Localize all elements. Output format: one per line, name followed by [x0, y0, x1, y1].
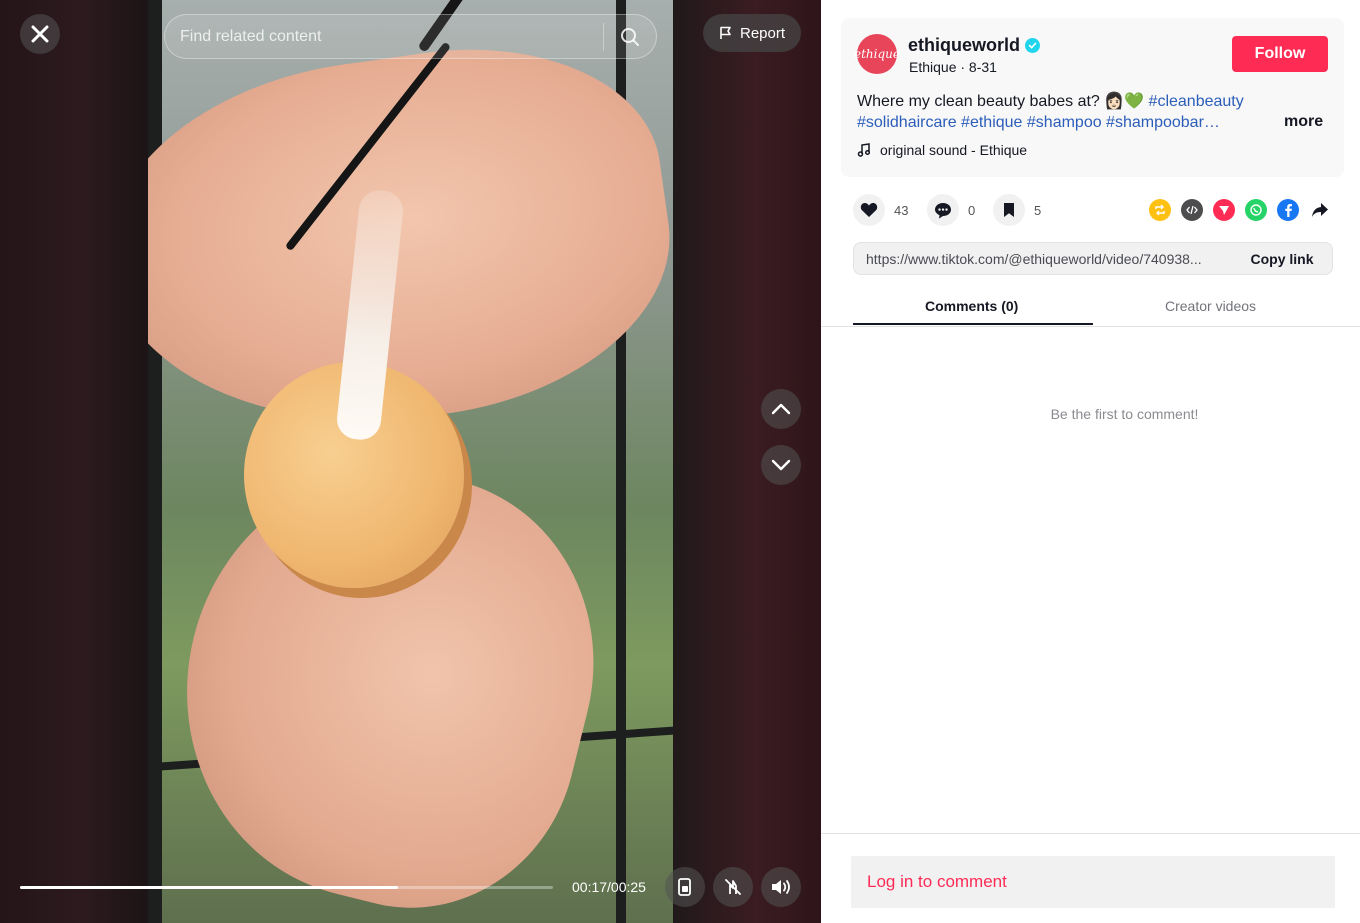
- username-text: ethiqueworld: [908, 35, 1020, 55]
- author-subline: Ethique · 8-31: [909, 59, 997, 75]
- more-button[interactable]: more: [1284, 113, 1323, 131]
- send-icon[interactable]: [1213, 199, 1235, 221]
- music-note-icon: [857, 143, 871, 157]
- video-frame[interactable]: [148, 0, 673, 923]
- whatsapp-icon[interactable]: [1245, 199, 1267, 221]
- report-button[interactable]: Report: [703, 14, 801, 52]
- share-arrow-icon[interactable]: [1309, 199, 1331, 221]
- report-label: Report: [739, 24, 786, 42]
- like-button[interactable]: 43: [853, 194, 908, 226]
- related-search: [164, 14, 657, 59]
- details-panel: ethique ethiqueworld Ethique · 8-31 Foll…: [821, 0, 1360, 923]
- caption-text: Where my clean beauty babes at? 👩🏻💚: [857, 93, 1145, 110]
- floating-player-button[interactable]: [665, 867, 705, 907]
- video-scene: [148, 0, 162, 923]
- login-to-comment-button[interactable]: Log in to comment: [851, 856, 1335, 908]
- comment-tabs: Comments (0) Creator videos: [821, 290, 1360, 327]
- flag-icon: [720, 26, 731, 39]
- search-button[interactable]: [604, 15, 656, 58]
- avatar[interactable]: ethique: [854, 34, 900, 74]
- embed-icon[interactable]: [1181, 199, 1203, 221]
- volume-button[interactable]: [761, 867, 801, 907]
- sound-link[interactable]: original sound - Ethique: [857, 142, 1027, 158]
- follow-button[interactable]: Follow: [1232, 36, 1328, 72]
- facebook-icon[interactable]: [1277, 199, 1299, 221]
- copy-link-button[interactable]: Copy link: [1232, 251, 1332, 267]
- next-video-button[interactable]: [761, 445, 801, 485]
- chevron-up-icon: [771, 403, 791, 415]
- heart-icon: [853, 194, 885, 226]
- volume-icon: [772, 880, 790, 894]
- floating-player-icon: [678, 878, 691, 896]
- progress-fill: [20, 886, 399, 889]
- previous-video-button[interactable]: [761, 389, 801, 429]
- video-url: https://www.tiktok.com/@ethiqueworld/vid…: [866, 250, 1202, 267]
- comment-icon: [927, 194, 959, 226]
- comment-count: 0: [968, 202, 976, 218]
- like-count: 43: [894, 202, 909, 218]
- hashtag-cleanbeauty[interactable]: #cleanbeauty: [1149, 93, 1244, 110]
- empty-comments-message: Be the first to comment!: [1050, 406, 1199, 422]
- close-icon: [31, 25, 49, 43]
- sound-label: original sound - Ethique: [880, 142, 1028, 158]
- verified-badge-icon: [1025, 38, 1040, 53]
- auto-scroll-icon: [725, 879, 741, 895]
- username[interactable]: ethiqueworld: [908, 35, 1040, 56]
- search-input[interactable]: [165, 15, 603, 58]
- comment-button[interactable]: 0: [927, 194, 975, 226]
- comment-footer: Log in to comment: [821, 833, 1360, 923]
- tab-comments[interactable]: Comments (0): [925, 298, 1018, 314]
- close-button[interactable]: [20, 14, 60, 54]
- video-stage: Report 00:17/00:25: [0, 0, 821, 923]
- save-count: 5: [1034, 202, 1042, 218]
- favorite-button[interactable]: 5: [993, 194, 1041, 226]
- repost-icon[interactable]: [1149, 199, 1171, 221]
- caption: Where my clean beauty babes at? 👩🏻💚 #cle…: [857, 91, 1257, 133]
- hashtags-line[interactable]: #solidhaircare #ethique #shampoo #shampo…: [857, 112, 1257, 133]
- search-icon: [621, 27, 639, 46]
- chevron-down-icon: [771, 459, 791, 471]
- post-info-card: ethique ethiqueworld Ethique · 8-31 Foll…: [841, 18, 1344, 177]
- tab-creator-videos[interactable]: Creator videos: [1165, 298, 1256, 314]
- video-time: 00:17/00:25: [572, 879, 646, 895]
- auto-scroll-button[interactable]: [713, 867, 753, 907]
- copy-link-row: https://www.tiktok.com/@ethiqueworld/vid…: [853, 242, 1333, 275]
- video-progress-bar[interactable]: [20, 886, 553, 889]
- active-tab-indicator: [853, 323, 1093, 325]
- bookmark-icon: [993, 194, 1025, 226]
